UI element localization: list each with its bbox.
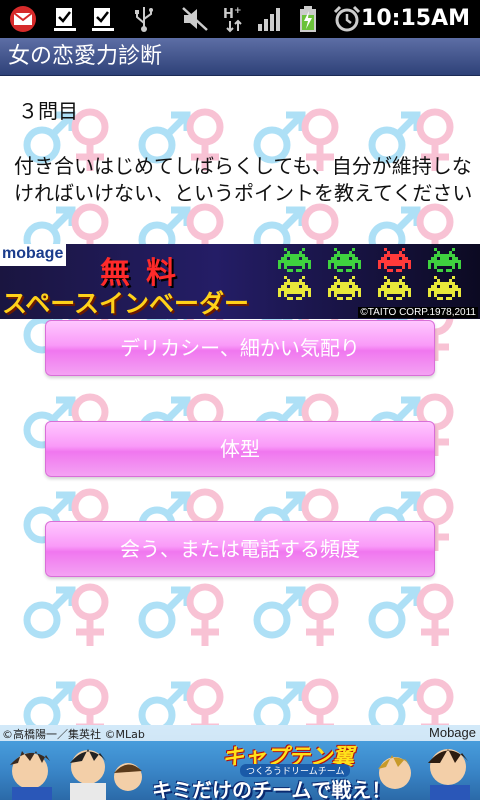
ad-title: スペースインベーダー <box>2 289 250 318</box>
invader-icon <box>378 248 411 272</box>
female-symbol-icon <box>301 583 339 646</box>
question-screen: ３問目 付き合いはじめてしばらくしても、自分が維持しなければいけない、というポイ… <box>0 77 480 725</box>
status-clock: 10:15AM <box>361 6 470 31</box>
invader-icon <box>428 248 461 272</box>
ad-brand: Mobage <box>429 725 476 740</box>
female-symbol-icon <box>186 583 224 646</box>
usb-icon <box>135 7 153 32</box>
svg-text:+: + <box>234 6 242 16</box>
male-symbol-icon <box>23 681 76 725</box>
female-symbol-icon <box>416 678 454 725</box>
female-symbol-icon <box>416 583 454 646</box>
invader-icon <box>428 276 461 300</box>
male-symbol-icon <box>253 586 306 639</box>
female-symbol-icon <box>71 583 109 646</box>
invader-icon <box>328 248 361 272</box>
invader-sprites <box>278 248 461 300</box>
data-hplus-icon: H + <box>223 6 242 33</box>
ad-copyright: ©TAITO CORP.1978,2011 <box>358 307 478 318</box>
gmail-icon[interactable] <box>6 5 42 33</box>
male-symbol-icon <box>138 586 191 639</box>
answer-button-body-shape[interactable]: 体型 <box>45 421 435 477</box>
invader-icon <box>378 276 411 300</box>
answer-button-contact-frequency[interactable]: 会う、または電話する頻度 <box>45 521 435 577</box>
ad-banner-captain-tsubasa[interactable]: ©高橋陽一／集英社 ©MLab Mobage キャプテン翼 つくろうドリームチー… <box>0 725 480 800</box>
status-bar: H + 10:15AM <box>0 0 480 38</box>
male-symbol-icon <box>23 586 76 639</box>
male-symbol-icon <box>368 681 421 725</box>
mute-icon <box>182 7 208 31</box>
invader-icon <box>278 276 311 300</box>
ad-slogan: キミだけのチームで戦え！ <box>152 778 392 800</box>
ad-banner-space-invaders[interactable]: mobage 無料 スペースインベーダー ©TAITO CORP.1978,20… <box>0 244 480 319</box>
download-done-icon <box>54 8 76 31</box>
svg-text:H: H <box>223 7 234 22</box>
title-bar: 女の恋愛力診断 <box>0 38 480 76</box>
female-symbol-icon <box>301 678 339 725</box>
app-title: 女の恋愛力診断 <box>8 44 163 69</box>
invader-icon <box>278 248 311 272</box>
download-done-icon <box>92 8 114 31</box>
signal-icon <box>258 8 280 31</box>
question-number: ３問目 <box>18 99 78 123</box>
alarm-icon <box>333 5 361 32</box>
female-symbol-icon <box>186 678 224 725</box>
mobage-logo: mobage <box>0 244 66 266</box>
female-symbol-icon <box>71 678 109 725</box>
male-symbol-icon <box>138 681 191 725</box>
answer-button-delicacy[interactable]: デリカシー、細かい気配り <box>45 320 435 376</box>
battery-charging-icon <box>300 6 316 32</box>
invader-icon <box>328 276 361 300</box>
question-text: 付き合いはじめてしばらくしても、自分が維持しなければいけない、というポイントを教… <box>14 154 473 205</box>
male-symbol-icon <box>368 586 421 639</box>
male-symbol-icon <box>253 681 306 725</box>
